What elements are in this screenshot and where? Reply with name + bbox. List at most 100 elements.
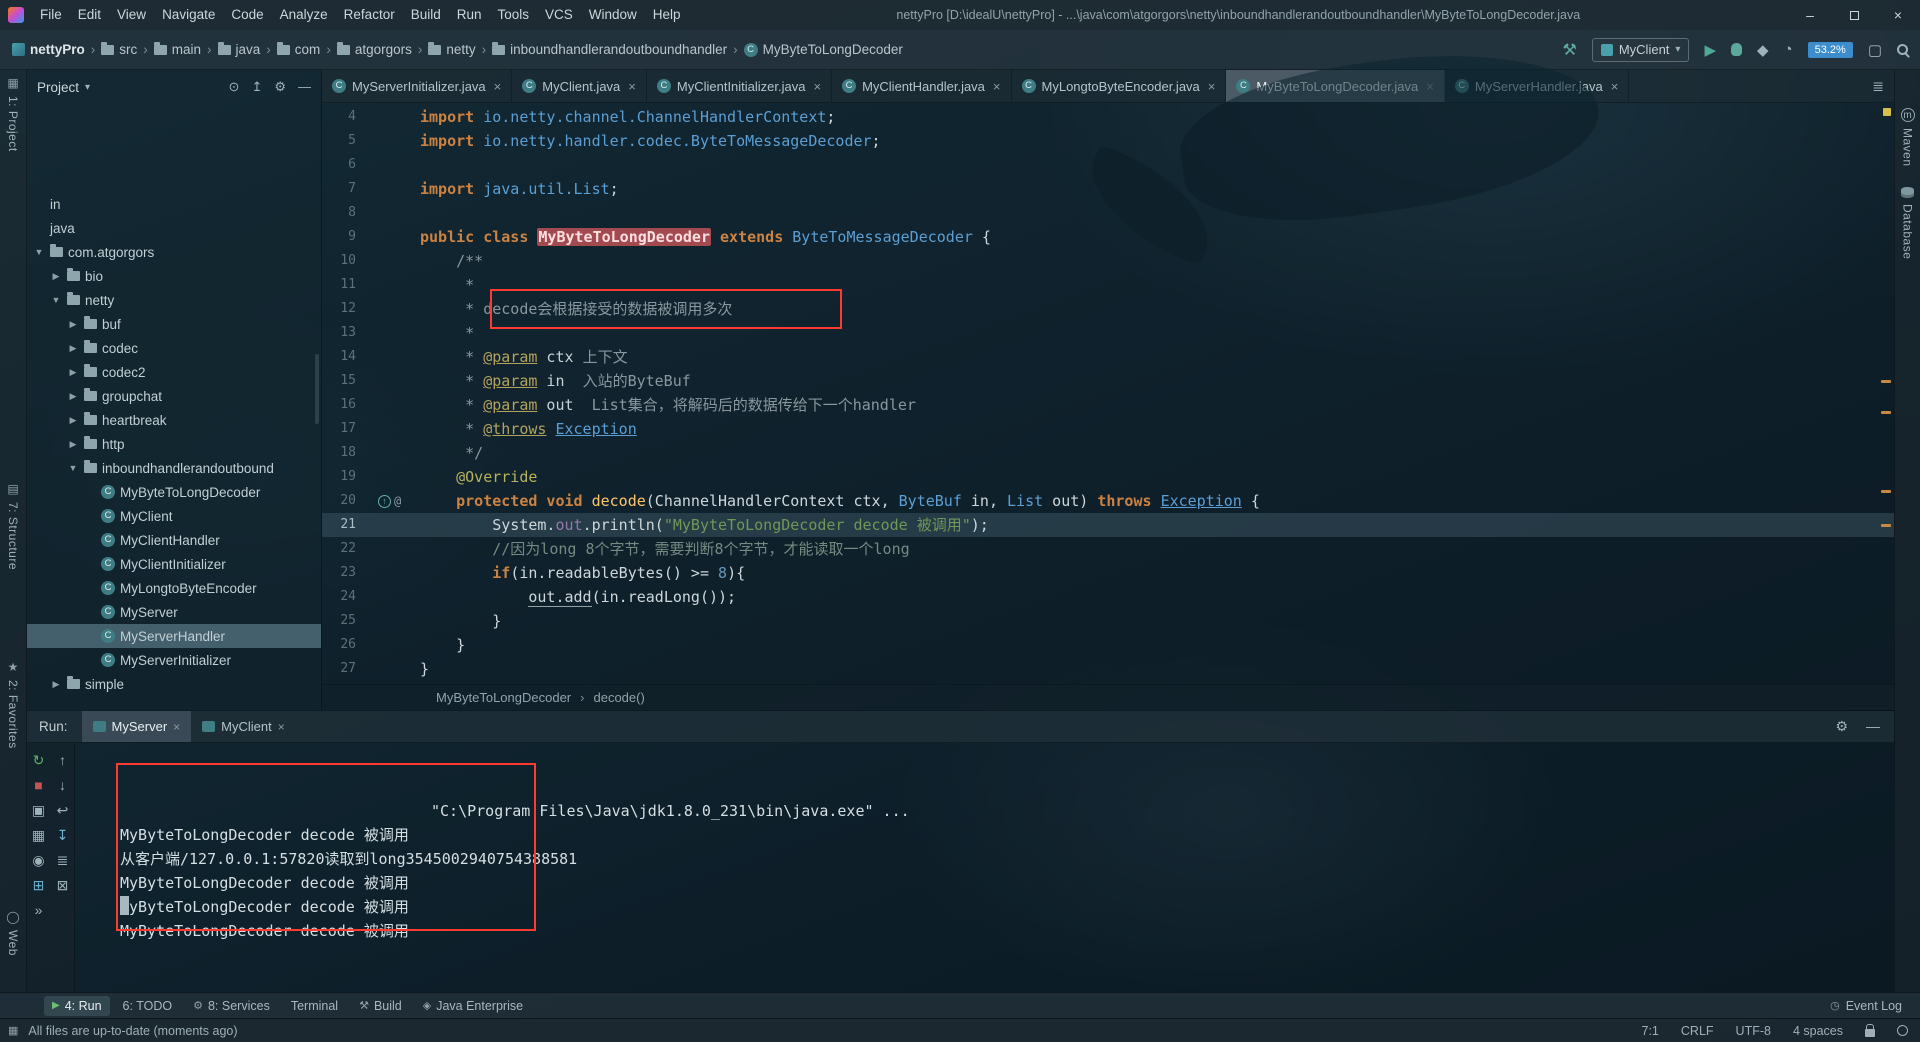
code-line-6[interactable]: 6 — [322, 153, 1894, 177]
code-line-15[interactable]: 15 * @param in 入站的ByteBuf — [322, 369, 1894, 393]
file-encoding[interactable]: UTF-8 — [1736, 1024, 1771, 1038]
hidden-tabs-icon[interactable]: ≣ — [1862, 78, 1894, 95]
breadcrumb-item-atgorgors[interactable]: atgorgors — [336, 41, 412, 57]
menu-edit[interactable]: Edit — [70, 0, 109, 30]
indent-setting[interactable]: 4 spaces — [1793, 1024, 1843, 1038]
tool-button-database[interactable]: Database — [1901, 186, 1915, 259]
code-line-27[interactable]: 27} — [322, 657, 1894, 681]
editor-tab-MyLongtoByteEncoder.java[interactable]: C MyLongtoByteEncoder.java × — [1012, 70, 1227, 102]
tree-collapsed-icon[interactable]: ▶ — [67, 319, 79, 330]
tool-button-web[interactable]: ◯ Web — [6, 910, 20, 956]
editor-tab-MyByteToLongDecoder.java[interactable]: C MyByteToLongDecoder.java × — [1226, 70, 1445, 102]
override-method-icon[interactable]: ↑ — [378, 494, 391, 508]
down-icon[interactable]: ↓ — [53, 776, 73, 794]
editor-tab-MyClient.java[interactable]: C MyClient.java × — [512, 70, 647, 102]
editor-breadcrumb-MyByteToLongDecoder[interactable]: MyByteToLongDecoder — [436, 690, 571, 705]
tree-scrollbar[interactable] — [315, 354, 319, 424]
editor-tab-MyServerHandler.java[interactable]: C MyServerHandler.java × — [1445, 70, 1630, 102]
run-tab-MyClient[interactable]: MyClient × — [191, 711, 296, 742]
tab-close-icon[interactable]: × — [1426, 79, 1434, 94]
search-icon[interactable] — [1897, 44, 1908, 55]
tab-close-icon[interactable]: × — [628, 79, 636, 94]
code-line-22[interactable]: 22 //因为long 8个字节，需要判断8个字节，才能读取一个long — [322, 537, 1894, 561]
code-line-17[interactable]: 17 * @throws Exception — [322, 417, 1894, 441]
tree-expanded-icon[interactable]: ▼ — [50, 295, 62, 305]
code-line-21[interactable]: 21 System.out.println("MyByteToLongDecod… — [322, 513, 1894, 537]
tab-close-icon[interactable]: × — [278, 720, 285, 734]
tool-button-structure[interactable]: ▤ 7: Structure — [6, 482, 20, 570]
clear-icon[interactable]: ⊠ — [53, 876, 73, 894]
pin-icon[interactable]: ◉ — [29, 851, 49, 869]
tree-item-groupchat[interactable]: ▶ groupchat — [27, 384, 321, 408]
code-line-20[interactable]: 20 ↑ @ protected void decode(ChannelHandle… — [322, 489, 1894, 513]
tool-window-button-Java Enterprise[interactable]: ◈ Java Enterprise — [415, 996, 531, 1016]
tree-collapsed-icon[interactable]: ▶ — [67, 439, 79, 450]
up-icon[interactable]: ↑ — [53, 751, 73, 769]
tree-item-MyLongtoByteEncoder[interactable]: C MyLongtoByteEncoder — [27, 576, 321, 600]
tab-close-icon[interactable]: × — [1611, 79, 1619, 94]
menu-refactor[interactable]: Refactor — [336, 0, 403, 30]
tab-close-icon[interactable]: × — [1208, 79, 1216, 94]
hide-panel-icon[interactable]: — — [1866, 718, 1880, 735]
breadcrumb-item-netty[interactable]: netty — [428, 41, 476, 57]
code-line-4[interactable]: 4 import io.netty.channel.ChannelHandlerC… — [322, 105, 1894, 129]
code-line-18[interactable]: 18 */ — [322, 441, 1894, 465]
profiler-icon[interactable]: ◔ — [1784, 41, 1793, 58]
scrollbar-warning-mark[interactable] — [1881, 490, 1891, 493]
collapse-all-icon[interactable]: ↥ — [251, 79, 262, 95]
readonly-lock-icon[interactable] — [1865, 1023, 1875, 1037]
tree-item-MyServerInitializer[interactable]: C MyServerInitializer — [27, 648, 321, 672]
hide-panel-icon[interactable]: — — [298, 79, 311, 95]
tree-collapsed-icon[interactable]: ▶ — [67, 343, 79, 354]
code-line-24[interactable]: 24 out.add(in.readLong()); — [322, 585, 1894, 609]
settings-gear-icon[interactable]: ⚙ — [274, 79, 286, 95]
menu-file[interactable]: File — [32, 0, 70, 30]
menu-run[interactable]: Run — [449, 0, 490, 30]
breadcrumb-item-java[interactable]: java — [217, 41, 260, 57]
tree-item-bio[interactable]: ▶ bio — [27, 264, 321, 288]
tree-item-MyByteToLongDecoder[interactable]: C MyByteToLongDecoder — [27, 480, 321, 504]
tree-item-netty[interactable]: ▼ netty — [27, 288, 321, 312]
minimize-button[interactable]: – — [1788, 0, 1832, 30]
code-line-14[interactable]: 14 * @param ctx 上下文 — [322, 345, 1894, 369]
tree-item-http[interactable]: ▶ http — [27, 432, 321, 456]
tree-item-inboundhandlerandoutbound[interactable]: ▼ inboundhandlerandoutbound — [27, 456, 321, 480]
snapshot-icon[interactable]: ▣ — [29, 801, 49, 819]
chevron-down-icon[interactable]: ▾ — [85, 82, 90, 93]
tree-collapsed-icon[interactable]: ▶ — [67, 415, 79, 426]
tree-collapsed-icon[interactable]: ▶ — [50, 271, 62, 282]
tree-item-MyClientInitializer[interactable]: C MyClientInitializer — [27, 552, 321, 576]
menu-tools[interactable]: Tools — [490, 0, 538, 30]
more-icon[interactable]: » — [29, 901, 49, 919]
coverage-icon[interactable]: ◆ — [1757, 41, 1769, 59]
tree-item-MyClientHandler[interactable]: C MyClientHandler — [27, 528, 321, 552]
menu-help[interactable]: Help — [645, 0, 689, 30]
line-separator[interactable]: CRLF — [1681, 1024, 1714, 1038]
tree-item-codec2[interactable]: ▶ codec2 — [27, 360, 321, 384]
tree-collapsed-icon[interactable]: ▶ — [67, 367, 79, 378]
editor-tab-MyClientInitializer.java[interactable]: C MyClientInitializer.java × — [647, 70, 833, 102]
caret-position[interactable]: 7:1 — [1642, 1024, 1659, 1038]
maximize-button[interactable] — [1832, 0, 1876, 30]
menu-build[interactable]: Build — [403, 0, 449, 30]
tree-item-MyClient[interactable]: C MyClient — [27, 504, 321, 528]
memory-indicator[interactable]: 53.2% — [1807, 41, 1853, 58]
tree-item-in[interactable]: in — [27, 192, 321, 216]
tree-expanded-icon[interactable]: ▼ — [33, 247, 45, 257]
scrollend-icon[interactable]: ↧ — [53, 826, 73, 844]
stop-icon[interactable]: ■ — [29, 776, 49, 794]
tool-window-button-4: Run[interactable]: ▶ 4: Run — [44, 995, 110, 1016]
editor-breadcrumb-decode()[interactable]: decode() — [593, 690, 644, 705]
layout-icon[interactable]: ▢ — [1868, 41, 1882, 59]
event-log-button[interactable]: ◷ Event Log — [1830, 999, 1910, 1013]
tab-close-icon[interactable]: × — [173, 720, 180, 734]
code-line-26[interactable]: 26 } — [322, 633, 1894, 657]
breadcrumb-item-src[interactable]: src — [101, 41, 137, 57]
editor[interactable]: 4 import io.netty.channel.ChannelHandlerC… — [322, 103, 1894, 710]
run-config-select[interactable]: MyClient ▾ — [1591, 37, 1690, 62]
code-line-9[interactable]: 9 public class MyByteToLongDecoder extend… — [322, 225, 1894, 249]
scrollbar-warning-mark[interactable] — [1881, 411, 1891, 414]
tool-window-button-Build[interactable]: ⚒ Build — [351, 996, 410, 1016]
tree-item-heartbreak[interactable]: ▶ heartbreak — [27, 408, 321, 432]
tab-close-icon[interactable]: × — [494, 79, 502, 94]
